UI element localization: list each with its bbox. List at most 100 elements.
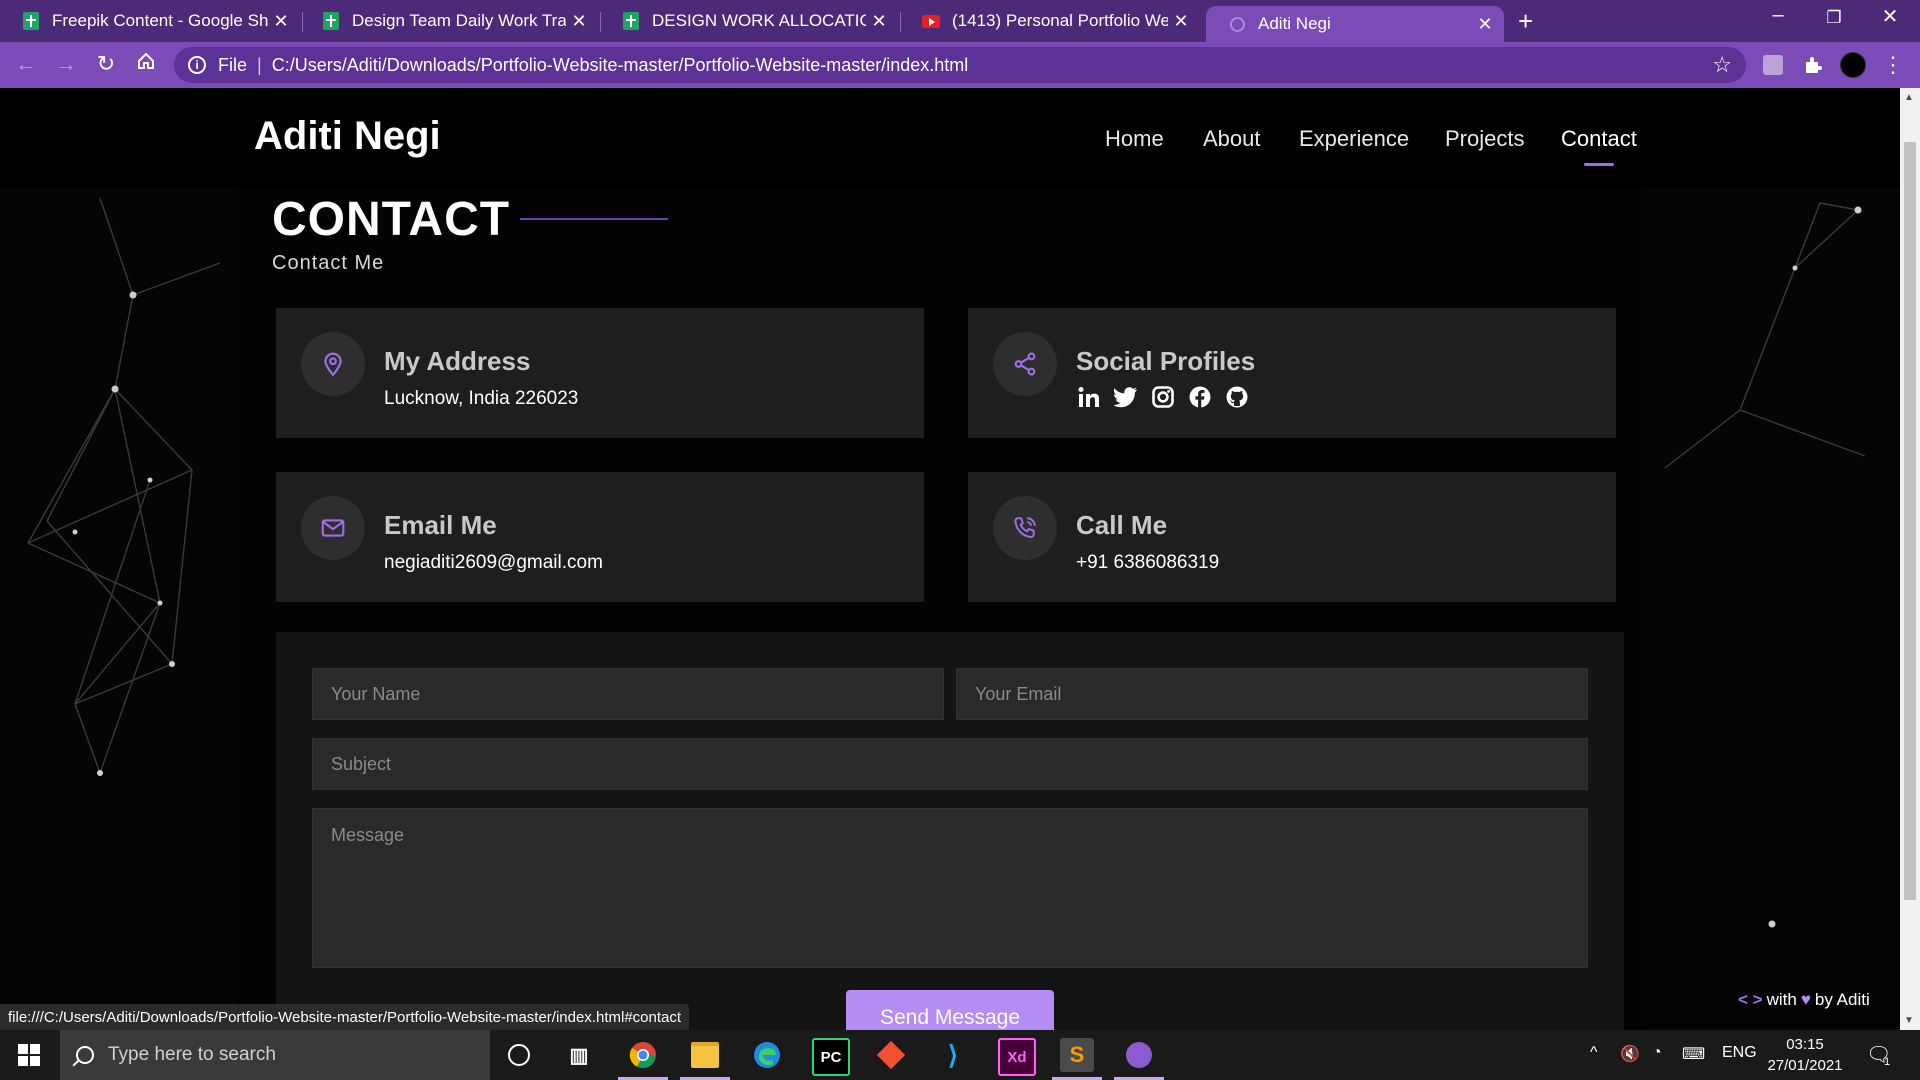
close-tab-icon[interactable]: ✕ — [866, 11, 892, 32]
status-bar-url: file:///C:/Users/Aditi/Downloads/Portfol… — [0, 1004, 690, 1030]
twitter-icon[interactable] — [1113, 384, 1138, 409]
instagram-icon[interactable] — [1150, 384, 1175, 409]
taskbar-search-box[interactable]: Type here to search — [60, 1030, 490, 1080]
search-placeholder: Type here to search — [108, 1044, 276, 1065]
address-value: Lucknow, India 226023 — [384, 388, 579, 409]
site-header: Aditi Negi Home About Experience Project… — [0, 88, 1900, 188]
adobe-xd-icon[interactable]: Xd — [998, 1038, 1036, 1076]
close-tab-icon[interactable]: ✕ — [566, 11, 592, 32]
sheets-icon — [22, 12, 40, 30]
notification-count: 1 — [1884, 1056, 1891, 1068]
bookmark-star-icon[interactable]: ☆ — [1712, 52, 1732, 78]
reload-button[interactable]: ↻ — [92, 51, 120, 77]
share-icon — [993, 332, 1057, 396]
nav-about[interactable]: About — [1203, 126, 1261, 152]
nav-home[interactable]: Home — [1105, 126, 1164, 152]
scroll-down-arrow-icon[interactable]: ▼ — [1904, 1015, 1914, 1026]
contact-form: Your Name Your Email Subject Message — [276, 632, 1624, 1030]
edge-icon[interactable] — [750, 1038, 784, 1072]
page-scrollbar[interactable]: ▲ ▼ — [1900, 88, 1920, 1030]
chrome-icon[interactable] — [618, 1038, 668, 1080]
github-icon[interactable] — [1224, 384, 1249, 409]
extension-icon[interactable] — [1760, 52, 1786, 78]
site-logo[interactable]: Aditi Negi — [254, 114, 441, 159]
home-button[interactable] — [132, 51, 160, 77]
web-page: Aditi Negi Home About Experience Project… — [0, 88, 1900, 1030]
title-underline — [520, 218, 668, 220]
address-bar[interactable]: i File | C:/Users/Aditi/Downloads/Portfo… — [174, 47, 1746, 83]
nav-contact[interactable]: Contact — [1561, 126, 1637, 166]
git-icon[interactable] — [874, 1038, 908, 1072]
browser-menu-icon[interactable]: ⋮ — [1880, 52, 1906, 78]
close-tab-icon[interactable]: ✕ — [1168, 11, 1194, 32]
github-desktop-icon[interactable] — [1114, 1038, 1164, 1080]
clock-date: 27/01/2021 — [1767, 1057, 1843, 1074]
address-card: My Address Lucknow, India 226023 — [276, 308, 924, 438]
tab-aditi-negi[interactable]: Aditi Negi ✕ — [1206, 6, 1504, 42]
subject-input[interactable]: Subject — [312, 738, 1588, 790]
language-indicator[interactable]: ENG — [1722, 1044, 1757, 1062]
sheets-icon — [322, 12, 340, 30]
tab-design-team-tracker[interactable]: Design Team Daily Work Tracker ✕ — [300, 4, 598, 38]
made-with-credit: < > with ♥ by Aditi — [1738, 990, 1870, 1010]
nav-projects[interactable]: Projects — [1445, 126, 1524, 152]
card-title: Call Me — [1076, 510, 1168, 540]
message-placeholder: Message — [331, 825, 405, 845]
scroll-up-arrow-icon[interactable]: ▲ — [1904, 92, 1914, 103]
volume-muted-icon[interactable]: 🔇 — [1620, 1044, 1640, 1064]
profile-avatar[interactable] — [1840, 52, 1866, 78]
tab-design-work-allocation[interactable]: DESIGN WORK ALLOCATION - G ✕ — [600, 4, 898, 38]
email-value[interactable]: negiaditi2609@gmail.com — [384, 552, 603, 574]
new-tab-button[interactable]: + — [1518, 6, 1533, 37]
youtube-icon — [922, 12, 940, 30]
close-tab-icon[interactable]: ✕ — [268, 11, 294, 32]
windows-taskbar: Type here to search ▥ PC ⟩ Xd S ^ 🔇 ◔ ⌨ … — [0, 1030, 1920, 1080]
tab-label: Design Team Daily Work Tracker — [352, 11, 566, 30]
sublime-text-icon[interactable]: S — [1052, 1038, 1102, 1080]
phone-card: Call Me +91 6386086319 — [968, 472, 1616, 602]
file-explorer-icon[interactable] — [680, 1038, 730, 1080]
mail-icon — [301, 496, 365, 560]
message-textarea[interactable]: Message — [312, 808, 1588, 968]
phone-value[interactable]: +91 6386086319 — [1076, 552, 1219, 574]
name-input[interactable]: Your Name — [312, 668, 944, 720]
restore-button[interactable]: ❐ — [1814, 8, 1854, 28]
facebook-icon[interactable] — [1187, 384, 1212, 409]
tab-youtube-portfolio[interactable]: (1413) Personal Portfolio Website ✕ — [900, 4, 1200, 38]
forward-button[interactable]: → — [52, 51, 80, 77]
tab-label: Aditi Negi — [1258, 14, 1331, 33]
linkedin-icon[interactable] — [1076, 384, 1101, 409]
windows-start-icon[interactable] — [18, 1044, 40, 1066]
email-input[interactable]: Your Email — [956, 668, 1588, 720]
extensions-puzzle-icon[interactable] — [1800, 52, 1826, 78]
task-view-icon[interactable]: ▥ — [562, 1038, 596, 1072]
card-title: My Address — [384, 346, 531, 376]
pycharm-icon[interactable]: PC — [812, 1038, 850, 1076]
wifi-icon[interactable]: ◔ — [1652, 1044, 1662, 1062]
cortana-icon[interactable] — [502, 1038, 536, 1072]
close-tab-icon[interactable]: ✕ — [1472, 14, 1498, 35]
back-button[interactable]: ← — [12, 51, 40, 77]
tab-label: DESIGN WORK ALLOCATION - G — [652, 11, 866, 30]
minimize-button[interactable]: – — [1758, 4, 1798, 27]
subject-placeholder: Subject — [331, 753, 392, 774]
site-info-icon[interactable]: i — [188, 56, 206, 74]
show-hidden-icons-chevron-icon[interactable]: ^ — [1590, 1044, 1598, 1062]
browser-toolbar: ← → ↻ i File | C:/Users/Aditi/Downloads/… — [0, 42, 1920, 88]
vscode-icon[interactable]: ⟩ — [936, 1038, 970, 1072]
url-text[interactable]: C:/Users/Aditi/Downloads/Portfolio-Websi… — [272, 55, 969, 76]
section-subtitle: Contact Me — [272, 252, 385, 274]
scrollbar-thumb[interactable] — [1904, 142, 1916, 900]
globe-icon — [1228, 15, 1246, 33]
location-pin-icon — [301, 332, 365, 396]
social-links — [1076, 384, 1249, 409]
nav-experience[interactable]: Experience — [1299, 126, 1409, 152]
tab-freepik-content[interactable]: Freepik Content - Google Sheets ✕ — [0, 4, 300, 38]
system-clock[interactable]: 03:15 27/01/2021 — [1760, 1034, 1850, 1076]
sheets-icon — [622, 12, 640, 30]
close-window-button[interactable]: ✕ — [1870, 4, 1910, 29]
send-message-button[interactable]: Send Message — [846, 990, 1054, 1030]
section-title: CONTACT — [272, 193, 511, 246]
tab-label: Freepik Content - Google Sheets — [52, 11, 268, 30]
keyboard-icon[interactable]: ⌨ — [1682, 1044, 1705, 1064]
